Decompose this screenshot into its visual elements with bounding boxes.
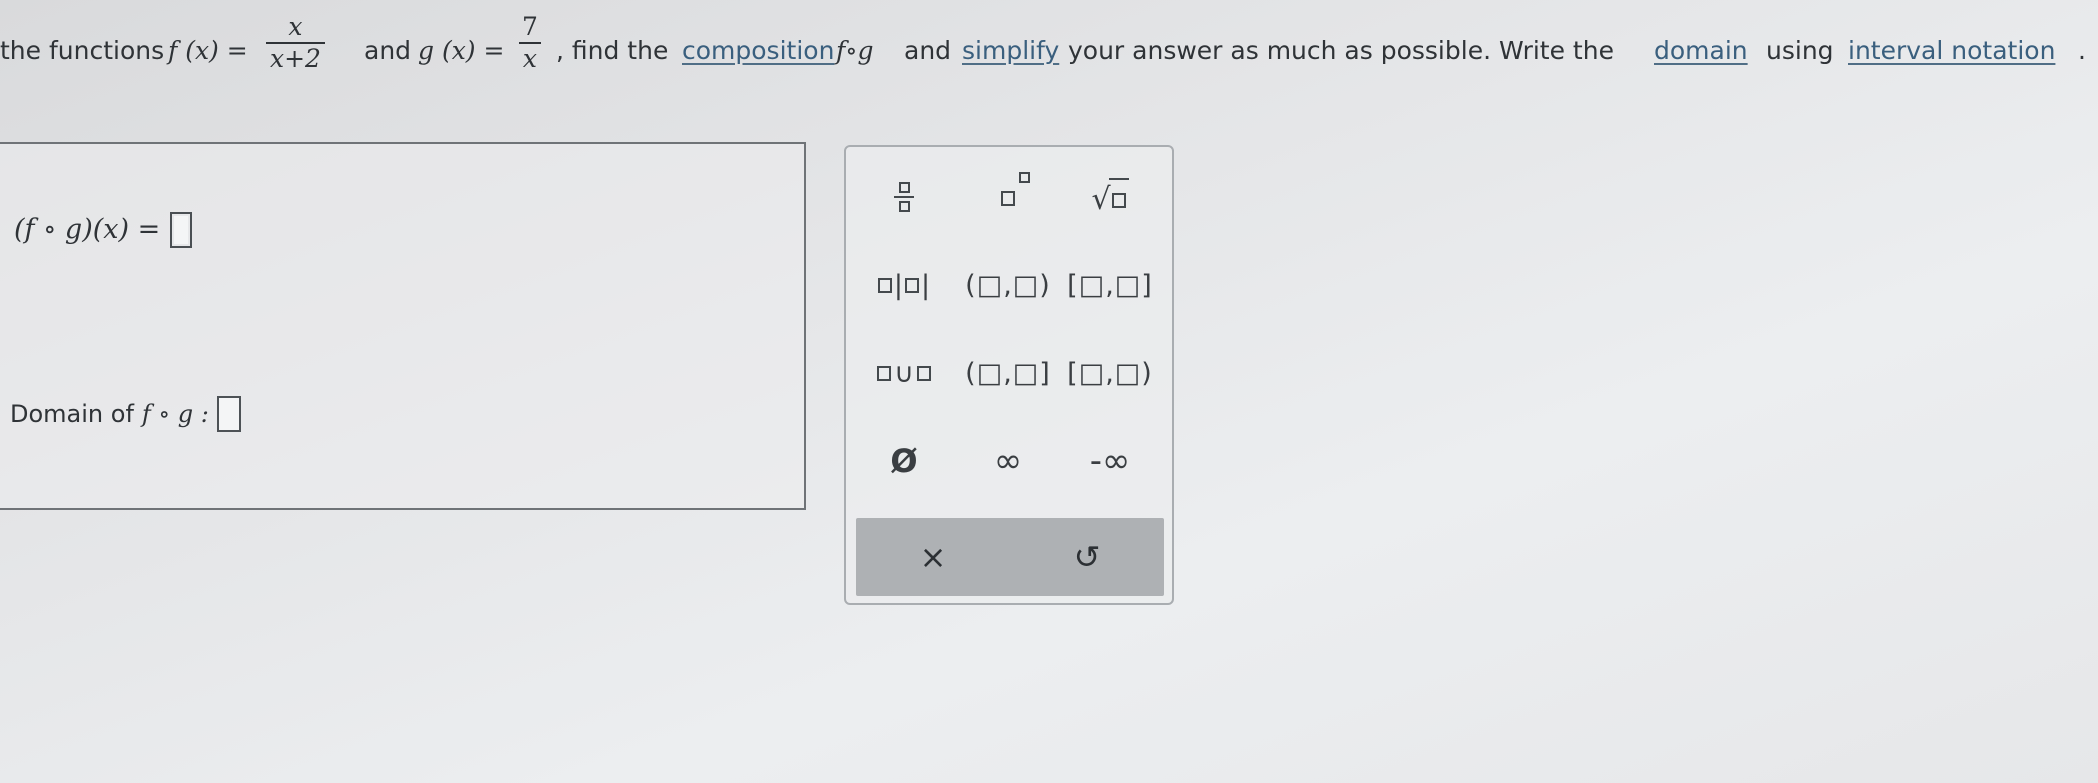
- composition-answer-row: (f ∘ g)(x) =: [14, 210, 193, 250]
- f-o-g-inline: f∘g: [836, 36, 874, 65]
- composition-label: (f ∘ g)(x) =: [14, 214, 161, 245]
- simplify-link[interactable]: simplify: [962, 36, 1059, 66]
- f-definition: f (x) =: [168, 36, 248, 65]
- g-fraction: 7 x: [518, 12, 542, 74]
- absolute-value-button[interactable]: | |: [854, 255, 954, 315]
- exponent-icon: [1001, 171, 1030, 213]
- find-text: , find the: [556, 36, 669, 65]
- and-text-2: and: [904, 36, 952, 65]
- undo-button[interactable]: ↺: [1010, 518, 1164, 596]
- fraction-button[interactable]: [854, 167, 954, 227]
- empty-set-button[interactable]: Ø: [854, 431, 954, 491]
- union-icon: ∪: [877, 358, 931, 389]
- interval-notation-link[interactable]: interval notation: [1848, 36, 2055, 66]
- keypad-action-bar: × ↺: [856, 518, 1164, 596]
- question-text: the functions f (x) = x x+2 and g (x) = …: [0, 6, 2098, 90]
- closed-interval-button[interactable]: [□,□]: [1060, 255, 1160, 315]
- composition-link[interactable]: composition: [682, 36, 834, 66]
- sqrt-button[interactable]: √: [1060, 167, 1160, 227]
- and-text: and: [364, 36, 412, 65]
- domain-fog-label: f ∘ g :: [141, 400, 209, 428]
- intro-text: the functions: [0, 36, 165, 65]
- sqrt-icon: √: [1091, 177, 1129, 217]
- union-button[interactable]: ∪: [854, 343, 954, 403]
- clear-button[interactable]: ×: [856, 518, 1010, 596]
- close-icon: ×: [919, 538, 947, 576]
- exponent-button[interactable]: [958, 167, 1058, 227]
- math-keypad: √ | | (□,□) [□,□] ∪ (□,□] [□,□) Ø ∞ -∞ × …: [844, 145, 1174, 605]
- middle-text: your answer as much as possible. Write t…: [1068, 36, 1614, 65]
- fraction-icon: [894, 182, 914, 212]
- domain-label: Domain of: [10, 400, 134, 428]
- period-text: .: [2078, 36, 2086, 65]
- open-interval-button[interactable]: (□,□): [958, 255, 1058, 315]
- g-numerator: 7: [522, 12, 538, 41]
- g-definition: g (x) =: [418, 36, 505, 65]
- f-numerator: x: [288, 12, 303, 41]
- negative-infinity-button[interactable]: -∞: [1060, 431, 1160, 491]
- domain-answer-row: Domain of f ∘ g :: [10, 394, 241, 434]
- g-denominator: x: [518, 42, 541, 74]
- composition-input[interactable]: [170, 212, 193, 248]
- f-denominator: x+2: [266, 42, 325, 74]
- domain-input[interactable]: [216, 396, 241, 432]
- using-text: using: [1766, 36, 1834, 65]
- right-open-interval-button[interactable]: [□,□): [1060, 343, 1160, 403]
- f-fraction: x x+2: [266, 12, 325, 74]
- absolute-value-icon: | |: [877, 270, 930, 301]
- infinity-button[interactable]: ∞: [958, 431, 1058, 491]
- undo-icon: ↺: [1073, 538, 1101, 576]
- answer-panel: [0, 142, 806, 510]
- left-open-interval-button[interactable]: (□,□]: [958, 343, 1058, 403]
- domain-link[interactable]: domain: [1654, 36, 1748, 66]
